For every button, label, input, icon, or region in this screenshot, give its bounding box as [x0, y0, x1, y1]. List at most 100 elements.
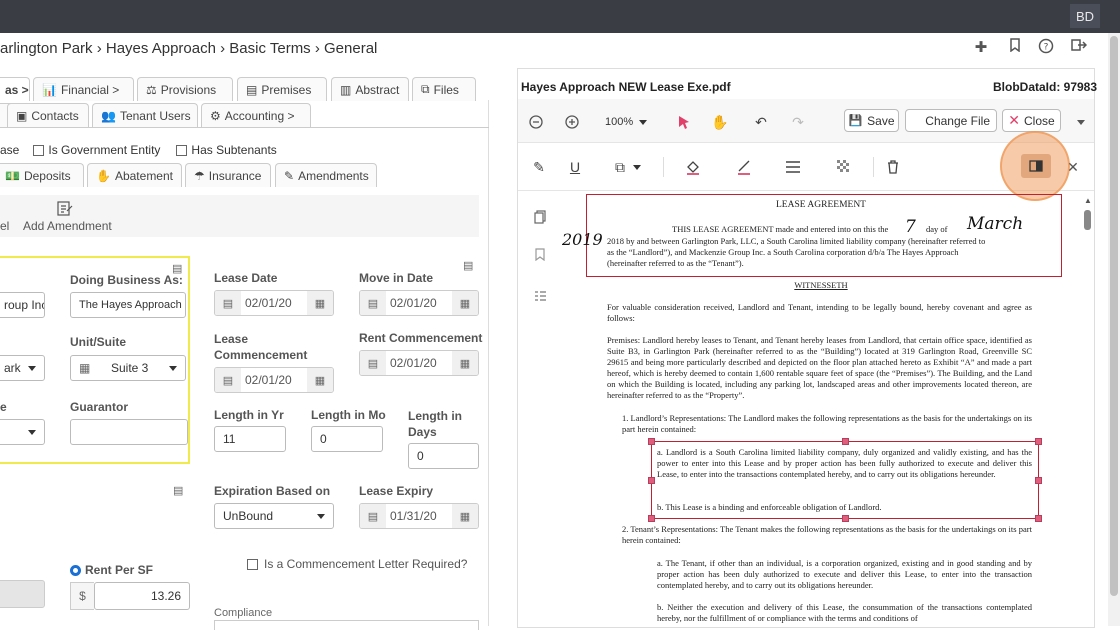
- subtab-deposits[interactable]: 💵 Deposits: [0, 163, 84, 187]
- plus-icon[interactable]: ✚: [971, 38, 991, 56]
- fill-color-icon[interactable]: [681, 156, 705, 178]
- close-button[interactable]: ✕ Close: [1002, 109, 1061, 132]
- pdf-section2: 2. Tenant’s Representations: The Tenant …: [622, 524, 1032, 545]
- zoom-select[interactable]: 100%: [605, 116, 648, 128]
- scroll-up-icon[interactable]: ▲: [1084, 196, 1092, 205]
- calendar-icon[interactable]: ▦: [452, 291, 478, 315]
- rent-sf-field[interactable]: 13.26: [94, 582, 190, 610]
- calendar-text-icon: ▤: [215, 291, 241, 315]
- move-in-field[interactable]: ▤ 02/01/20 ▦: [359, 290, 479, 316]
- currency-addon: $: [70, 582, 94, 610]
- tab-files[interactable]: ⧉ Files: [412, 77, 476, 101]
- building-icon: ▦: [79, 361, 91, 375]
- svg-text:?: ?: [1044, 43, 1049, 53]
- resize-handle[interactable]: [648, 438, 655, 445]
- dba-field[interactable]: The Hayes Approach: [70, 292, 186, 318]
- chevron-down-icon[interactable]: [1069, 110, 1093, 134]
- outline-icon[interactable]: [530, 286, 550, 306]
- resize-handle[interactable]: [648, 515, 655, 522]
- tab-abstract[interactable]: ▥ Abstract: [331, 77, 409, 101]
- note-icon[interactable]: ▤: [173, 484, 183, 497]
- tenant-name-field[interactable]: roup Inc: [0, 292, 45, 318]
- rent-comm-field[interactable]: ▤ 02/01/20 ▦: [359, 350, 479, 376]
- zoom-in-icon[interactable]: [560, 110, 584, 134]
- tab-general[interactable]: as >: [0, 77, 30, 101]
- contacts-icon: ▣: [16, 108, 28, 123]
- lease-comm-field[interactable]: ▤ 02/01/20 ▦: [214, 367, 334, 393]
- disabled-field: [0, 580, 45, 608]
- tab-label: Contacts: [31, 108, 79, 123]
- undo-icon[interactable]: ↶: [749, 110, 773, 134]
- note-icon[interactable]: ▤: [463, 259, 473, 272]
- len-yr-field[interactable]: 11: [214, 426, 286, 452]
- calendar-icon[interactable]: ▦: [307, 291, 333, 315]
- add-amendment-button[interactable]: Add Amendment: [23, 219, 112, 233]
- line-weight-icon[interactable]: [781, 156, 805, 178]
- resize-handle[interactable]: [1035, 438, 1042, 445]
- tab-tenant-users[interactable]: 👥 Tenant Users: [92, 103, 198, 127]
- zoom-out-icon[interactable]: [524, 110, 548, 134]
- unit-select[interactable]: ▦ Suite 3: [70, 355, 186, 381]
- change-file-button[interactable]: Change File: [905, 109, 997, 132]
- tab-accounting[interactable]: ⚙ Accounting >: [201, 103, 311, 127]
- subtab-insurance[interactable]: ☂ Insurance: [185, 163, 271, 187]
- subtab-amendments[interactable]: ✎ Amendments: [275, 163, 377, 187]
- tab-provisions[interactable]: ⚖ Provisions: [137, 77, 233, 101]
- len-mo-field[interactable]: 0: [311, 426, 383, 452]
- handwritten-month: March: [967, 214, 1024, 234]
- calendar-icon[interactable]: ▦: [307, 368, 333, 392]
- pen-icon[interactable]: ✎: [527, 156, 551, 178]
- resize-handle[interactable]: [1035, 515, 1042, 522]
- type-select[interactable]: [0, 419, 45, 445]
- lease-date-field[interactable]: ▤ 02/01/20 ▦: [214, 290, 334, 316]
- resize-handle[interactable]: [842, 515, 849, 522]
- rent-comm-value: 02/01/20: [390, 356, 437, 370]
- sidebar-toggle-icon[interactable]: [1021, 154, 1051, 178]
- page-scroll-thumb[interactable]: [1110, 36, 1118, 596]
- trash-icon[interactable]: [881, 156, 905, 178]
- breadcrumb: arlington Park › Hayes Approach › Basic …: [0, 40, 378, 57]
- pan-hand-icon[interactable]: ✋: [708, 110, 732, 134]
- pages-icon[interactable]: [530, 207, 550, 227]
- gov-checkbox[interactable]: [33, 144, 45, 156]
- bookmark-icon[interactable]: [530, 244, 550, 264]
- bookmark-icon[interactable]: [1005, 38, 1025, 56]
- resize-handle[interactable]: [648, 477, 655, 484]
- save-button[interactable]: 💾 Save: [844, 109, 899, 132]
- shapes-icon[interactable]: ⧉: [608, 156, 648, 178]
- comm-letter-checkbox[interactable]: [247, 558, 258, 570]
- pdf-scrollbar[interactable]: [1083, 196, 1092, 626]
- chevron-down-icon: [317, 513, 325, 519]
- tab-premises[interactable]: ▤ Premises: [237, 77, 327, 101]
- redo-icon[interactable]: ↷: [786, 110, 810, 134]
- close-x-icon: ✕: [1008, 112, 1021, 128]
- tab-label: Insurance: [208, 168, 262, 183]
- guarantor-field[interactable]: [70, 419, 188, 445]
- resize-handle[interactable]: [1035, 477, 1042, 484]
- resize-handle[interactable]: [842, 438, 849, 445]
- document-icon: ▤: [246, 82, 258, 97]
- chart-icon: 📊: [42, 82, 57, 97]
- compliance-field[interactable]: [214, 620, 479, 630]
- underline-icon[interactable]: U: [563, 156, 587, 178]
- select-pointer-icon[interactable]: [672, 110, 696, 134]
- subtenants-checkbox[interactable]: [176, 144, 188, 156]
- pdf-scroll-thumb[interactable]: [1084, 210, 1091, 230]
- calendar-icon[interactable]: ▦: [452, 351, 478, 375]
- lease-expiry-field[interactable]: ▤ 01/31/20 ▦: [359, 503, 479, 529]
- line-icon[interactable]: [732, 156, 756, 178]
- close-toolbar-icon[interactable]: ✕: [1061, 156, 1085, 178]
- rent-sf-radio[interactable]: [70, 564, 81, 576]
- help-icon[interactable]: ?: [1036, 38, 1056, 56]
- calendar-icon[interactable]: ▦: [452, 504, 478, 528]
- tab-contacts[interactable]: ▣ Contacts: [7, 103, 89, 127]
- logout-icon[interactable]: [1069, 38, 1089, 56]
- len-days-field[interactable]: 0: [408, 443, 479, 469]
- subtab-abatement[interactable]: ✋ Abatement: [87, 163, 182, 187]
- tab-financial[interactable]: 📊 Financial >: [33, 77, 134, 101]
- exp-based-select[interactable]: UnBound: [214, 503, 334, 529]
- avatar[interactable]: BD: [1070, 4, 1100, 28]
- cancel-action[interactable]: el: [0, 219, 9, 233]
- opacity-icon[interactable]: [832, 156, 856, 178]
- property-select[interactable]: ark: [0, 355, 45, 381]
